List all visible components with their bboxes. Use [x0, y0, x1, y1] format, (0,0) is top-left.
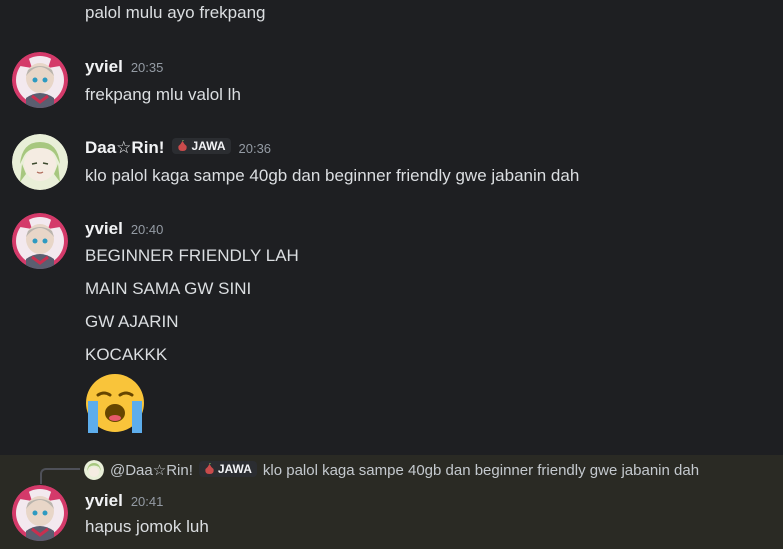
role-tag[interactable]: JAWA [198, 461, 257, 477]
message-text: hapus jomok luh [85, 517, 209, 536]
reply-preview[interactable]: @Daa☆Rin! JAWA klo palol kaga sampe 40gb… [84, 460, 699, 480]
message-text: frekpang mlu valol lh [85, 85, 241, 104]
avatar-yviel[interactable] [12, 213, 68, 269]
message-text: palol mulu ayo frekpang [85, 3, 266, 22]
message-header: yviel 20:41 [85, 491, 163, 511]
tag-label: JAWA [191, 139, 226, 153]
message-text: klo palol kaga sampe 40gb dan beginner f… [85, 166, 580, 185]
avatar-daarin[interactable] [12, 134, 68, 190]
username[interactable]: yviel [85, 57, 123, 77]
reply-connector [40, 468, 80, 484]
reply-text[interactable]: klo palol kaga sampe 40gb dan beginner f… [263, 462, 699, 479]
message-text: MAIN SAMA GW SINI [85, 279, 252, 298]
timestamp[interactable]: 20:40 [131, 222, 164, 237]
avatar-yviel[interactable] [12, 52, 68, 108]
username[interactable]: Daa☆Rin! [85, 138, 164, 158]
avatar-yviel[interactable] [12, 485, 68, 541]
role-tag[interactable]: JAWA [172, 138, 231, 154]
onion-icon [205, 463, 214, 474]
message-header: Daa☆Rin! JAWA 20:36 [85, 138, 271, 158]
reply-mention[interactable]: @Daa☆Rin! [110, 461, 193, 479]
username[interactable]: yviel [85, 491, 123, 511]
timestamp[interactable]: 20:41 [131, 494, 164, 509]
message-text: BEGINNER FRIENDLY LAH [85, 246, 299, 265]
onion-icon [178, 140, 188, 151]
message-text: GW AJARIN [85, 312, 179, 331]
message-text: KOCAKKK [85, 345, 168, 364]
message-header: yviel 20:35 [85, 57, 163, 77]
reply-avatar [84, 460, 104, 480]
tag-label: JAWA [217, 462, 252, 476]
username[interactable]: yviel [85, 219, 123, 239]
timestamp[interactable]: 20:35 [131, 60, 164, 75]
loudly-crying-face-icon[interactable] [84, 373, 146, 435]
timestamp[interactable]: 20:36 [239, 141, 272, 156]
message-header: yviel 20:40 [85, 219, 163, 239]
